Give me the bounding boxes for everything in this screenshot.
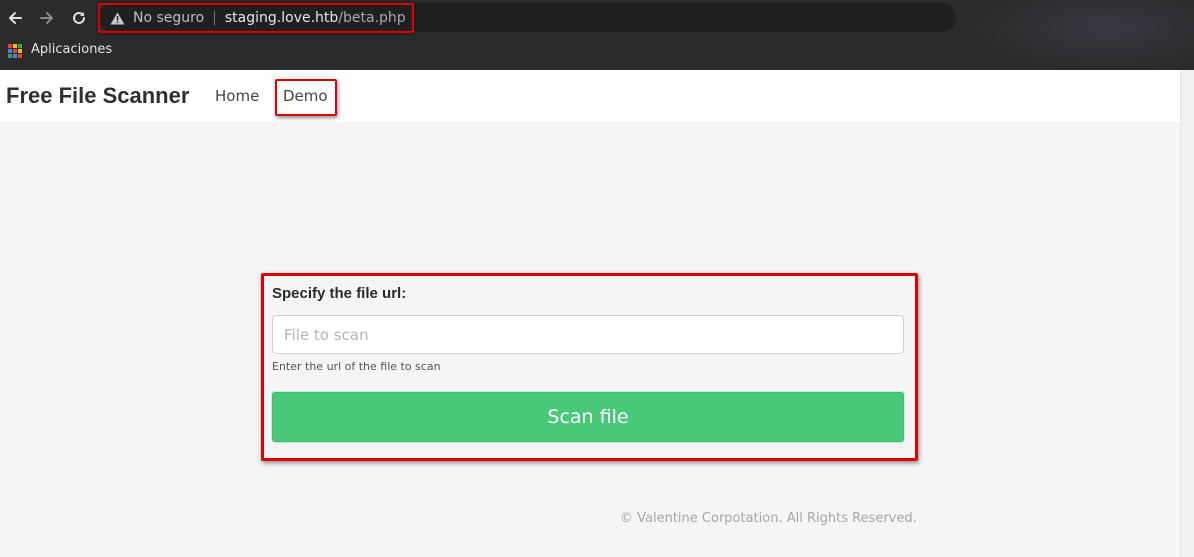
browser-chrome: No seguro | staging.love.htb/beta.php Ap… xyxy=(0,0,1194,70)
file-url-help-text: Enter the url of the file to scan xyxy=(272,360,441,373)
nav-link-home[interactable]: Home xyxy=(215,87,259,105)
apps-grid-icon[interactable] xyxy=(8,44,22,58)
page-scrollbar[interactable] xyxy=(1180,70,1194,557)
chrome-background-glow xyxy=(974,0,1194,70)
url-highlight-box xyxy=(98,3,414,33)
forward-arrow-icon[interactable] xyxy=(36,7,58,29)
footer-copyright: © Valentine Corpotation. All Rights Rese… xyxy=(620,511,917,526)
back-arrow-icon[interactable] xyxy=(4,7,26,29)
bookmark-apps[interactable]: Aplicaciones xyxy=(31,42,112,57)
file-url-label: Specify the file url: xyxy=(272,285,407,302)
site-brand[interactable]: Free File Scanner xyxy=(6,83,189,109)
reload-icon[interactable] xyxy=(68,7,90,29)
file-url-input[interactable] xyxy=(272,315,904,354)
scan-file-button[interactable]: Scan file xyxy=(272,392,904,442)
demo-highlight-box xyxy=(275,79,337,116)
